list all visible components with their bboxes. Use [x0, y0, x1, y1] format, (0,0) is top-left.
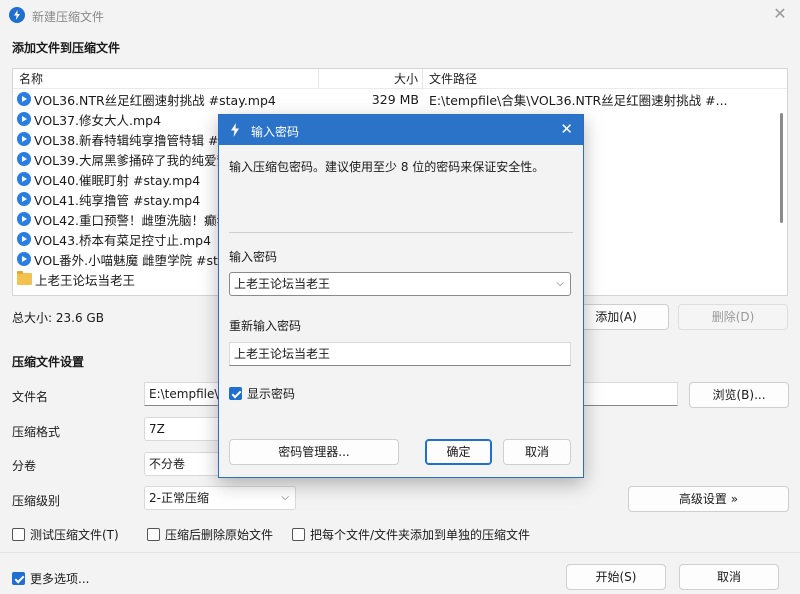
chevron-down-icon[interactable]: ⌵ [556, 273, 564, 295]
level-value: 2-正常压缩 [149, 491, 209, 505]
level-select[interactable]: 2-正常压缩 ⌵ [144, 486, 296, 510]
file-name: VOL38.新春特辑纯享撸管特辑 #st [34, 132, 230, 148]
list-item[interactable]: VOL36.NTR丝足红圈速射挑战 #stay.mp4 329 MB E:\temp… [13, 89, 787, 109]
video-file-icon [17, 132, 31, 146]
confirm-password-input[interactable]: 上老王论坛当老王 [229, 342, 571, 366]
dialog-close-icon[interactable]: ✕ [560, 120, 573, 138]
remove-button[interactable]: 删除(D) [678, 304, 788, 330]
video-file-icon [17, 192, 31, 206]
total-size: 总大小: 23.6 GB [12, 311, 104, 325]
password-manager-button[interactable]: 密码管理器... [229, 439, 399, 465]
dialog-title: 输入密码 [251, 125, 300, 139]
video-file-icon [17, 112, 31, 126]
column-header-size[interactable]: 大小 [319, 69, 423, 88]
level-label: 压缩级别 [12, 494, 61, 508]
advanced-settings-button[interactable]: 高级设置 » [628, 486, 789, 512]
video-file-icon [17, 212, 31, 226]
test-archive-label: 测试压缩文件(T) [30, 528, 119, 542]
dialog-cancel-button[interactable]: 取消 [503, 439, 571, 465]
show-password-box[interactable] [229, 387, 242, 400]
format-value: 7Z [149, 422, 165, 436]
list-header: 名称 大小 文件路径 [13, 69, 787, 89]
folder-icon [17, 271, 32, 285]
video-file-icon [17, 172, 31, 186]
password-value: 上老王论坛当老王 [234, 277, 331, 291]
add-files-heading: 添加文件到压缩文件 [12, 41, 121, 55]
footer-divider [0, 552, 800, 553]
video-file-icon [17, 252, 31, 266]
start-button[interactable]: 开始(S) [566, 564, 666, 590]
window-title: 新建压缩文件 [32, 10, 105, 24]
more-options-checkbox[interactable]: 更多选项... [12, 570, 89, 587]
file-path: E:\tempfile\合集\VOL36.NTR丝足红圈速射挑战 #... [429, 92, 728, 108]
cancel-button[interactable]: 取消 [679, 564, 779, 590]
password-input[interactable]: 上老王论坛当老王 ⌵ [229, 272, 571, 296]
file-name: VOL番外.小喵魅魔 雌堕学院 #stay [34, 252, 233, 268]
show-password-label: 显示密码 [247, 387, 296, 401]
file-name-cell: VOL36.NTR丝足红圈速射挑战 #stay.mp4 [13, 90, 319, 109]
browse-button[interactable]: 浏览(B)... [689, 382, 789, 408]
file-name: VOL39.大屌黑爹捅碎了我的纯爱梦 [34, 152, 230, 168]
password-dialog: 输入密码 ✕ 输入压缩包密码。建议使用至少 8 位的密码来保证安全性。 输入密码… [218, 114, 584, 478]
file-name: VOL37.修女大人.mp4 [34, 112, 162, 128]
password-label: 输入密码 [229, 250, 278, 264]
split-value: 不分卷 [149, 457, 186, 471]
confirm-password-label: 重新输入密码 [229, 319, 302, 333]
filename-label: 文件名 [12, 390, 49, 404]
title-bar: 新建压缩文件 ✕ [0, 0, 800, 30]
settings-heading: 压缩文件设置 [12, 355, 85, 369]
window-close-icon[interactable]: ✕ [768, 2, 792, 26]
test-archive-checkbox[interactable]: 测试压缩文件(T) [12, 526, 119, 543]
more-options-label: 更多选项... [30, 572, 90, 586]
video-file-icon [17, 92, 31, 106]
column-header-path[interactable]: 文件路径 [423, 69, 787, 88]
file-name: VOL40.催眠盯射 #stay.mp4 [34, 172, 201, 188]
app-logo-icon [9, 7, 25, 23]
more-options-box[interactable] [12, 572, 25, 585]
column-header-name[interactable]: 名称 [13, 69, 319, 88]
dialog-title-bar: 输入密码 ✕ [219, 115, 583, 145]
file-name: 上老王论坛当老王 [35, 272, 136, 288]
show-password-checkbox[interactable]: 显示密码 [229, 385, 295, 402]
file-size: 329 MB [371, 91, 419, 107]
video-file-icon [17, 152, 31, 166]
split-label: 分卷 [12, 459, 37, 473]
file-name: VOL43.桥本有菜足控寸止.mp4 [34, 232, 212, 248]
file-name: VOL36.NTR丝足红圈速射挑战 #stay.mp4 [34, 92, 276, 108]
separate-archives-label: 把每个文件/文件夹添加到单独的压缩文件 [310, 528, 531, 542]
delete-source-label: 压缩后删除原始文件 [165, 528, 274, 542]
dialog-divider [229, 232, 573, 233]
dialog-message: 输入压缩包密码。建议使用至少 8 位的密码来保证安全性。 [229, 160, 545, 174]
delete-source-checkbox[interactable]: 压缩后删除原始文件 [147, 526, 273, 543]
list-scrollbar[interactable] [780, 113, 783, 223]
test-archive-box[interactable] [12, 528, 25, 541]
file-name: VOL41.纯享撸管 #stay.mp4 [34, 192, 201, 208]
chevron-down-icon: ⌵ [281, 492, 289, 503]
file-name: VOL42.重口预警！雌堕洗脑！癫狂 [34, 212, 230, 228]
format-label: 压缩格式 [12, 425, 61, 439]
ok-button[interactable]: 确定 [425, 439, 492, 465]
video-file-icon [17, 232, 31, 246]
delete-source-box[interactable] [147, 528, 160, 541]
separate-archives-box[interactable] [292, 528, 305, 541]
separate-archives-checkbox[interactable]: 把每个文件/文件夹添加到单独的压缩文件 [292, 526, 530, 543]
app-logo-icon [231, 123, 239, 137]
